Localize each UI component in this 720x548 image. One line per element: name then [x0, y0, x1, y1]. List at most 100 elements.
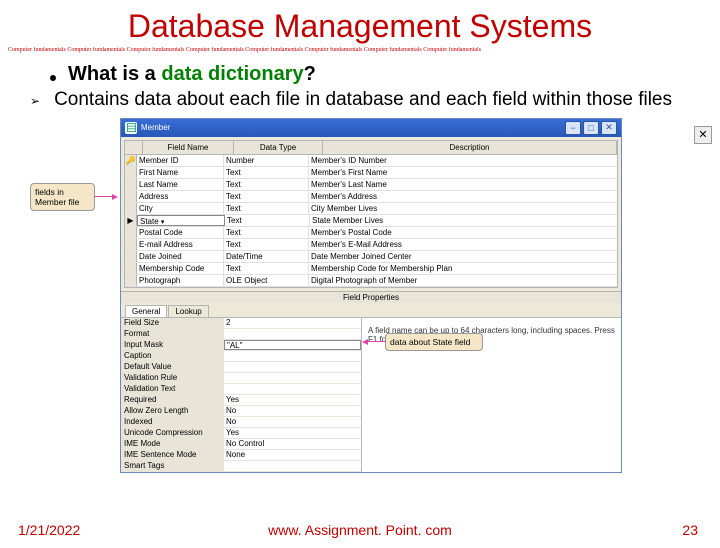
maximize-button[interactable]: □: [583, 121, 599, 135]
cell-field-name[interactable]: State ▾: [137, 215, 225, 226]
close-icon[interactable]: ✕: [694, 126, 712, 144]
table-row[interactable]: First NameTextMember's First Name: [125, 167, 617, 179]
close-button[interactable]: ✕: [601, 121, 617, 135]
property-row[interactable]: Caption: [121, 351, 361, 362]
table-row[interactable]: E-mail AddressTextMember's E-Mail Addres…: [125, 239, 617, 251]
cell-description[interactable]: Digital Photograph of Member: [309, 275, 617, 286]
property-value[interactable]: Yes: [224, 428, 361, 438]
cell-data-type[interactable]: Text: [224, 203, 309, 214]
table-row[interactable]: CityTextCity Member Lives: [125, 203, 617, 215]
cell-description[interactable]: Member's Last Name: [309, 179, 617, 190]
row-selector[interactable]: [125, 167, 137, 178]
property-row[interactable]: RequiredYes: [121, 395, 361, 406]
property-key: IME Sentence Mode: [121, 450, 224, 460]
cell-description[interactable]: Date Member Joined Center: [309, 251, 617, 262]
field-grid: Field Name Data Type Description 🔑Member…: [124, 140, 618, 288]
cell-field-name[interactable]: City: [137, 203, 224, 214]
property-key: Caption: [121, 351, 224, 361]
property-row[interactable]: IndexedNo: [121, 417, 361, 428]
table-row[interactable]: Date JoinedDate/TimeDate Member Joined C…: [125, 251, 617, 263]
property-row[interactable]: Validation Text: [121, 384, 361, 395]
col-data-type[interactable]: Data Type: [234, 141, 323, 154]
cell-description[interactable]: City Member Lives: [309, 203, 617, 214]
table-row[interactable]: Membership CodeTextMembership Code for M…: [125, 263, 617, 275]
bullet-text: What is a data dictionary?: [68, 63, 316, 86]
property-value[interactable]: [224, 362, 361, 372]
property-value[interactable]: Yes: [224, 395, 361, 405]
col-field-name[interactable]: Field Name: [143, 141, 234, 154]
property-value[interactable]: [224, 461, 361, 471]
property-key: IME Mode: [121, 439, 224, 449]
chevron-right-icon: ➢: [30, 94, 40, 112]
cell-data-type[interactable]: Text: [224, 191, 309, 202]
row-selector[interactable]: [125, 263, 137, 274]
cell-description[interactable]: Member's First Name: [309, 167, 617, 178]
row-selector[interactable]: [125, 179, 137, 190]
property-value[interactable]: [224, 351, 361, 361]
property-value[interactable]: [224, 384, 361, 394]
row-selector[interactable]: [125, 191, 137, 202]
property-value[interactable]: [224, 373, 361, 383]
row-selector[interactable]: ▶: [125, 215, 137, 226]
property-row[interactable]: Validation Rule: [121, 373, 361, 384]
access-window: Member − □ ✕ Field Name Data Type Descri…: [120, 118, 622, 473]
table-row[interactable]: Last NameTextMember's Last Name: [125, 179, 617, 191]
cell-field-name[interactable]: Membership Code: [137, 263, 224, 274]
cell-data-type[interactable]: Date/Time: [224, 251, 309, 262]
col-description[interactable]: Description: [323, 141, 617, 154]
property-value[interactable]: [224, 329, 361, 339]
cell-description[interactable]: Member's Address: [309, 191, 617, 202]
property-value[interactable]: None: [224, 450, 361, 460]
cell-description[interactable]: Member's Postal Code: [309, 227, 617, 238]
cell-field-name[interactable]: Date Joined: [137, 251, 224, 262]
property-value[interactable]: No: [224, 406, 361, 416]
row-selector[interactable]: [125, 251, 137, 262]
cell-data-type[interactable]: Text: [224, 263, 309, 274]
cell-data-type[interactable]: Text: [225, 215, 310, 226]
row-selector[interactable]: [125, 203, 137, 214]
property-row[interactable]: Unicode CompressionYes: [121, 428, 361, 439]
table-row[interactable]: 🔑Member IDNumberMember's ID Number: [125, 155, 617, 167]
cell-field-name[interactable]: Photograph: [137, 275, 224, 286]
cell-field-name[interactable]: Postal Code: [137, 227, 224, 238]
cell-field-name[interactable]: E-mail Address: [137, 239, 224, 250]
cell-data-type[interactable]: Number: [224, 155, 309, 166]
cell-description[interactable]: Member's E-Mail Address: [309, 239, 617, 250]
table-row[interactable]: PhotographOLE ObjectDigital Photograph o…: [125, 275, 617, 287]
minimize-button[interactable]: −: [565, 121, 581, 135]
property-key: Unicode Compression: [121, 428, 224, 438]
row-selector[interactable]: [125, 227, 137, 238]
cell-description[interactable]: Member's ID Number: [309, 155, 617, 166]
property-row[interactable]: Format: [121, 329, 361, 340]
property-value[interactable]: No: [224, 417, 361, 427]
cell-description[interactable]: State Member Lives: [310, 215, 617, 226]
cell-data-type[interactable]: Text: [224, 167, 309, 178]
row-selector[interactable]: [125, 239, 137, 250]
table-row[interactable]: Postal CodeTextMember's Postal Code: [125, 227, 617, 239]
tab-lookup[interactable]: Lookup: [168, 305, 208, 317]
property-row[interactable]: IME Sentence ModeNone: [121, 450, 361, 461]
property-value[interactable]: "AL": [224, 340, 361, 350]
table-row[interactable]: ▶State ▾TextState Member Lives: [125, 215, 617, 227]
property-row[interactable]: Default Value: [121, 362, 361, 373]
property-value[interactable]: 2: [224, 318, 361, 328]
property-row[interactable]: Field Size2: [121, 318, 361, 329]
cell-data-type[interactable]: Text: [224, 239, 309, 250]
property-row[interactable]: Input Mask"AL": [121, 340, 361, 351]
row-selector[interactable]: [125, 275, 137, 286]
cell-field-name[interactable]: Member ID: [137, 155, 224, 166]
tab-general[interactable]: General: [125, 305, 167, 317]
property-row[interactable]: IME ModeNo Control: [121, 439, 361, 450]
cell-field-name[interactable]: Last Name: [137, 179, 224, 190]
property-value[interactable]: No Control: [224, 439, 361, 449]
cell-data-type[interactable]: Text: [224, 179, 309, 190]
table-row[interactable]: AddressTextMember's Address: [125, 191, 617, 203]
cell-description[interactable]: Membership Code for Membership Plan: [309, 263, 617, 274]
cell-data-type[interactable]: Text: [224, 227, 309, 238]
cell-data-type[interactable]: OLE Object: [224, 275, 309, 286]
property-row[interactable]: Allow Zero LengthNo: [121, 406, 361, 417]
property-row[interactable]: Smart Tags: [121, 461, 361, 472]
cell-field-name[interactable]: Address: [137, 191, 224, 202]
row-selector[interactable]: 🔑: [125, 155, 137, 166]
cell-field-name[interactable]: First Name: [137, 167, 224, 178]
